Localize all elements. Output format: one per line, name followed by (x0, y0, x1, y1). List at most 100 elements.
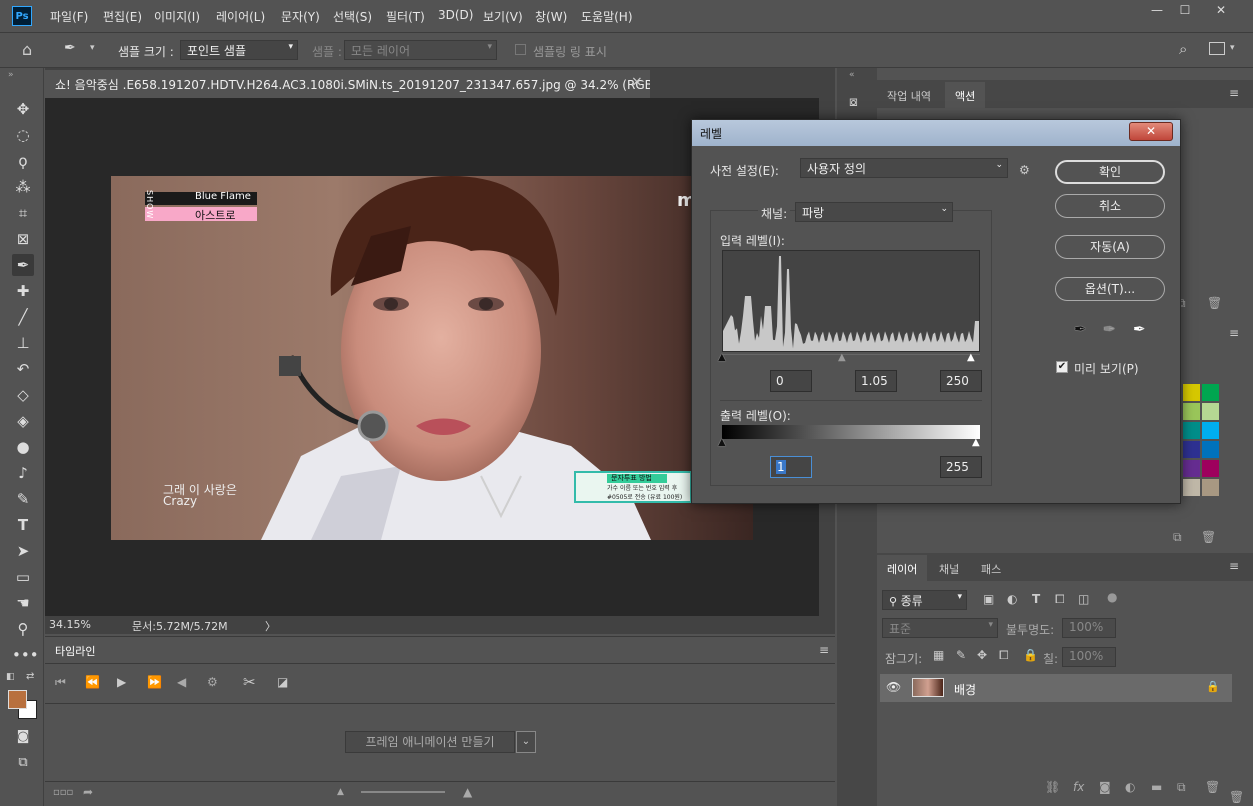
trash-icon[interactable]: 🗑 (1201, 530, 1216, 544)
frames-icon[interactable]: ▫▫▫ (53, 787, 73, 798)
convert-icon[interactable]: ➦ (83, 785, 93, 799)
menu-type[interactable]: 문자(Y) (281, 8, 320, 25)
layer-name[interactable]: 배경 (954, 681, 976, 698)
document-tab[interactable]: 쇼! 음악중심 .E658.191207.HDTV.H264.AC3.1080i… (45, 70, 650, 98)
menu-window[interactable]: 창(W) (535, 8, 567, 25)
menu-edit[interactable]: 편집(E) (103, 8, 142, 25)
layer-row[interactable]: 👁 배경 🔒 (880, 674, 1232, 702)
eyedropper-tool-preset-icon[interactable]: ✒ (64, 40, 76, 56)
history-panel-icon[interactable]: ⧇ (849, 94, 858, 110)
workspace-icon[interactable] (1209, 42, 1225, 55)
create-frame-animation-button[interactable]: 프레임 애니메이션 만들기 (345, 731, 515, 753)
search-icon[interactable]: ⌕ (1179, 40, 1187, 58)
path-select-tool-icon[interactable]: ➤ (12, 540, 34, 562)
tab-actions[interactable]: 액션 (945, 82, 986, 110)
new-swatch-icon[interactable]: ⧉ (1173, 530, 1182, 545)
fill-input[interactable]: 100% (1062, 647, 1116, 667)
swatch[interactable] (1183, 460, 1200, 477)
window-minimize-button[interactable]: — (1144, 3, 1170, 21)
tab-layers[interactable]: 레이어 (877, 555, 928, 583)
history-brush-tool-icon[interactable]: ↶ (12, 358, 34, 380)
menu-filter[interactable]: 필터(T) (386, 8, 425, 25)
dialog-close-button[interactable]: ✕ (1129, 122, 1173, 141)
input-gamma-field[interactable]: 1.05 (855, 370, 897, 392)
input-white-field[interactable]: 250 (940, 370, 982, 392)
scissors-icon[interactable]: ✂ (243, 673, 256, 691)
gray-point-eyedropper-icon[interactable]: ✒ (1103, 320, 1116, 338)
tab-paths[interactable]: 패스 (971, 555, 1011, 583)
collapse-icon[interactable]: » (8, 70, 14, 80)
channel-select[interactable]: 파랑 ⌄ (795, 202, 953, 222)
input-black-field[interactable]: 0 (770, 370, 812, 392)
output-black-slider[interactable]: ▲ (718, 437, 726, 448)
marquee-tool-icon[interactable]: ◌ (12, 124, 34, 146)
swatch[interactable] (1202, 479, 1219, 496)
more-tools-icon[interactable]: ••• (12, 644, 39, 666)
delete-layer-icon[interactable]: 🗑 (1205, 780, 1220, 794)
type-tool-icon[interactable]: T (12, 514, 34, 536)
swatch[interactable] (1183, 441, 1200, 458)
adjustment-filter-icon[interactable]: ◐ (1007, 592, 1017, 606)
menu-select[interactable]: 선택(S) (333, 8, 372, 25)
home-icon[interactable]: ⌂ (22, 40, 32, 59)
visibility-eye-icon[interactable]: 👁 (886, 680, 901, 694)
type-filter-icon[interactable]: T (1032, 592, 1040, 606)
opacity-input[interactable]: 100% (1062, 618, 1116, 638)
stamp-tool-icon[interactable]: ⊥ (12, 332, 34, 354)
settings-gear-icon[interactable]: ⚙ (207, 675, 218, 689)
close-icon[interactable]: × (631, 74, 643, 90)
blur-tool-icon[interactable]: ● (12, 436, 34, 458)
menu-help[interactable]: 도움말(H) (581, 8, 633, 25)
swatch[interactable] (1183, 384, 1200, 401)
chevron-down-icon[interactable]: ⌄ (516, 731, 536, 753)
sample-size-select[interactable]: 포인트 샘플 ▾ (180, 40, 298, 60)
status-menu-arrow[interactable]: 〉 (265, 618, 276, 634)
tab-history[interactable]: 작업 내역 (877, 82, 941, 110)
zoom-in-icon[interactable]: ▲ (463, 785, 472, 799)
lock-artboard-icon[interactable]: ⧠ (999, 648, 1009, 663)
document-image[interactable]: SHOW Blue Flame 아스트로 mb 그래 이 사랑은 Crazy 문… (111, 176, 753, 540)
timeline-zoom-slider[interactable] (361, 791, 445, 793)
black-point-eyedropper-icon[interactable]: ✒ (1074, 320, 1087, 338)
pixel-filter-icon[interactable]: ▣ (983, 592, 994, 606)
paint-bucket-tool-icon[interactable]: ◈ (12, 410, 34, 432)
panel-menu-icon[interactable]: ≡ (819, 643, 829, 657)
default-colors-icon[interactable]: ◧ (6, 672, 15, 682)
output-black-field[interactable]: 1 (770, 456, 812, 478)
preview-checkbox[interactable]: ✔ (1056, 361, 1068, 373)
lasso-tool-icon[interactable]: ϙ (12, 150, 34, 172)
layer-mask-icon[interactable]: ◙ (1099, 780, 1111, 794)
panel-menu-icon[interactable]: ≡ (1229, 86, 1239, 100)
frame-tool-icon[interactable]: ⊠ (12, 228, 34, 250)
prev-frame-icon[interactable]: ⏪ (85, 675, 100, 689)
window-restore-button[interactable]: ☐ (1172, 3, 1198, 21)
fx-icon[interactable]: fx (1073, 780, 1084, 794)
play-icon[interactable]: ▶ (117, 675, 126, 689)
trash-icon[interactable]: 🗑 (1229, 790, 1244, 804)
white-point-eyedropper-icon[interactable]: ✒ (1133, 320, 1146, 338)
first-frame-icon[interactable]: ⏮ (55, 675, 66, 690)
menu-file[interactable]: 파일(F) (50, 8, 88, 25)
zoom-tool-icon[interactable]: ⚲ (12, 618, 34, 640)
screen-mode-icon[interactable]: ⧉ (12, 752, 34, 774)
preset-select[interactable]: 사용자 정의 ⌄ (800, 158, 1008, 178)
zoom-out-icon[interactable]: ▲ (337, 787, 344, 797)
menu-3d[interactable]: 3D(D) (438, 8, 473, 22)
audio-icon[interactable]: ◀ (177, 675, 186, 689)
layer-filter-select[interactable]: ⚲ 종류 ▾ (882, 590, 967, 610)
smart-object-filter-icon[interactable]: ◫ (1078, 592, 1089, 606)
rectangle-tool-icon[interactable]: ▭ (12, 566, 34, 588)
cancel-button[interactable]: 취소 (1055, 194, 1165, 218)
move-tool-icon[interactable]: ✥ (12, 98, 34, 120)
menu-view[interactable]: 보기(V) (483, 8, 523, 25)
hand-tool-icon[interactable]: ☚ (12, 592, 34, 614)
options-button[interactable]: 옵션(T)... (1055, 277, 1165, 301)
swatch[interactable] (1183, 403, 1200, 420)
shape-filter-icon[interactable]: ⧠ (1055, 592, 1065, 607)
dodge-tool-icon[interactable]: ♪ (12, 462, 34, 484)
brush-tool-icon[interactable]: ╱ (12, 306, 34, 328)
window-close-button[interactable]: ✕ (1208, 3, 1234, 21)
show-ring-checkbox[interactable] (515, 44, 526, 55)
swatch[interactable] (1202, 422, 1219, 439)
blend-mode-select[interactable]: 표준 ▾ (882, 618, 998, 638)
